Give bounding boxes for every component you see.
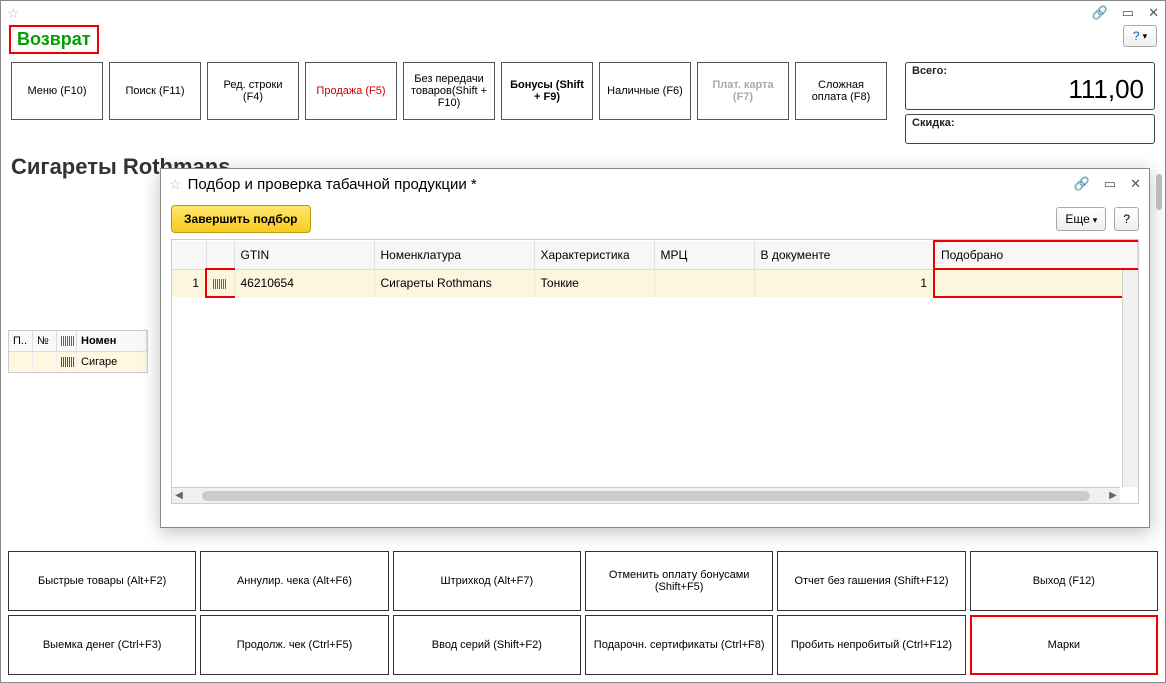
- modal-table-header-row: GTIN Номенклатура Характеристика МРЦ В д…: [172, 241, 1138, 269]
- cash-button[interactable]: Наличные (F6): [599, 62, 691, 120]
- punch-unpunched-button[interactable]: Пробить непробитый (Ctrl+F12): [777, 615, 965, 675]
- modal-table-wrap: GTIN Номенклатура Характеристика МРЦ В д…: [171, 239, 1139, 504]
- modal-title-text: Подбор и проверка табачной продукции *: [188, 176, 477, 193]
- col-nomen[interactable]: Номенклатура: [374, 241, 534, 269]
- cell-mrc: [654, 269, 754, 297]
- card-button[interactable]: Плат. карта (F7): [697, 62, 789, 120]
- mode-row: Возврат ? ▾: [1, 25, 1165, 54]
- scroll-thumb[interactable]: [202, 491, 1090, 501]
- bg-row-name: Сигаре: [77, 352, 147, 372]
- modal-star-icon[interactable]: ☆: [169, 176, 182, 193]
- help-dropdown[interactable]: ? ▾: [1123, 25, 1157, 47]
- chevron-down-icon: ▾: [1093, 215, 1098, 225]
- totals-area: Всего: 111,00 Скидка:: [905, 62, 1155, 144]
- col-num[interactable]: [172, 241, 206, 269]
- barcode-green-icon: [213, 279, 227, 289]
- col-icon[interactable]: [206, 241, 234, 269]
- maximize-icon[interactable]: ▭: [1122, 5, 1134, 21]
- series-input-button[interactable]: Ввод серий (Shift+F2): [393, 615, 581, 675]
- modal-close-icon[interactable]: ✕: [1130, 176, 1141, 192]
- table-row[interactable]: 1 46210654 Сигареты Rothmans Тонкие 1 1: [172, 269, 1138, 297]
- edit-row-button[interactable]: Ред. строки (F4): [207, 62, 299, 120]
- modal-maximize-icon[interactable]: ▭: [1104, 176, 1116, 192]
- main-titlebar: ☆ 🔗 ▭ ✕: [1, 1, 1165, 25]
- main-vertical-scrollbar[interactable]: [1152, 170, 1166, 533]
- modal-toolbar: Завершить подбор Еще▾ ?: [161, 199, 1149, 239]
- modal-window-controls: 🔗 ▭ ✕: [1074, 176, 1141, 192]
- modal-horizontal-scrollbar[interactable]: ◀ ▶: [172, 487, 1120, 503]
- cell-picked: 1: [934, 269, 1138, 297]
- finish-picking-button[interactable]: Завершить подбор: [171, 205, 311, 233]
- cell-gtin: 46210654: [234, 269, 374, 297]
- discount-box: Скидка:: [905, 114, 1155, 144]
- col-in-doc[interactable]: В документе: [754, 241, 934, 269]
- top-button-row: Меню (F10) Поиск (F11) Ред. строки (F4) …: [1, 54, 1165, 150]
- bg-table-header: П.. № Номен: [9, 331, 147, 352]
- gift-cert-button[interactable]: Подарочн. сертификаты (Ctrl+F8): [585, 615, 773, 675]
- bg-col-nomen: Номен: [77, 331, 147, 351]
- total-value: 111,00: [1068, 74, 1144, 105]
- bottom-button-grid: Быстрые товары (Alt+F2) Аннулир. чека (A…: [8, 551, 1158, 675]
- bg-col-p: П..: [9, 331, 33, 351]
- sale-button[interactable]: Продажа (F5): [305, 62, 397, 120]
- background-items-table: П.. № Номен Сигаре: [8, 330, 148, 373]
- cell-nomen: Сигареты Rothmans: [374, 269, 534, 297]
- bg-col-num: №: [33, 331, 57, 351]
- quick-goods-button[interactable]: Быстрые товары (Alt+F2): [8, 551, 196, 611]
- marks-button[interactable]: Марки: [970, 615, 1158, 675]
- cell-num: 1: [172, 269, 206, 297]
- cash-out-button[interactable]: Выемка денег (Ctrl+F3): [8, 615, 196, 675]
- bg-table-row[interactable]: Сигаре: [9, 352, 147, 372]
- search-button[interactable]: Поиск (F11): [109, 62, 201, 120]
- barcode-button[interactable]: Штрихкод (Alt+F7): [393, 551, 581, 611]
- main-window: ☆ 🔗 ▭ ✕ Возврат ? ▾ Меню (F10) Поиск (F1…: [0, 0, 1166, 683]
- report-button[interactable]: Отчет без гашения (Shift+F12): [777, 551, 965, 611]
- col-mrc[interactable]: МРЦ: [654, 241, 754, 269]
- complex-pay-button[interactable]: Сложная оплата (F8): [795, 62, 887, 120]
- no-transfer-button[interactable]: Без передачи товаров(Shift + F10): [403, 62, 495, 120]
- main-scroll-thumb[interactable]: [1156, 174, 1162, 210]
- modal-titlebar: ☆ Подбор и проверка табачной продукции *…: [161, 169, 1149, 199]
- tobacco-picking-modal: ☆ Подбор и проверка табачной продукции *…: [160, 168, 1150, 528]
- modal-link-icon[interactable]: 🔗: [1074, 176, 1090, 192]
- modal-table: GTIN Номенклатура Характеристика МРЦ В д…: [172, 240, 1138, 298]
- total-box: Всего: 111,00: [905, 62, 1155, 110]
- scroll-left-icon[interactable]: ◀: [172, 490, 186, 501]
- barcode-pink-icon: [61, 357, 75, 367]
- cell-char: Тонкие: [534, 269, 654, 297]
- help-icon: ?: [1133, 29, 1140, 43]
- scroll-right-icon[interactable]: ▶: [1106, 490, 1120, 501]
- cancel-bonus-pay-button[interactable]: Отменить оплату бонусами (Shift+F5): [585, 551, 773, 611]
- favorite-star-icon[interactable]: ☆: [7, 5, 20, 22]
- cell-in-doc: 1: [754, 269, 934, 297]
- more-button[interactable]: Еще▾: [1056, 207, 1106, 231]
- exit-button[interactable]: Выход (F12): [970, 551, 1158, 611]
- menu-button[interactable]: Меню (F10): [11, 62, 103, 120]
- window-controls: 🔗 ▭ ✕: [1092, 5, 1159, 21]
- col-picked[interactable]: Подобрано: [934, 241, 1138, 269]
- discount-label: Скидка:: [912, 117, 1148, 129]
- link-icon[interactable]: 🔗: [1092, 5, 1108, 21]
- col-gtin[interactable]: GTIN: [234, 241, 374, 269]
- modal-help-button[interactable]: ?: [1114, 207, 1139, 231]
- bg-col-icon: [57, 331, 77, 351]
- bg-row-icon: [57, 352, 77, 372]
- chevron-down-icon: ▾: [1143, 31, 1148, 42]
- annul-check-button[interactable]: Аннулир. чека (Alt+F6): [200, 551, 388, 611]
- cell-barcode-icon: [206, 269, 234, 297]
- modal-vertical-scrollbar[interactable]: [1122, 270, 1138, 487]
- barcode-header-icon: [61, 336, 75, 346]
- bonuses-button[interactable]: Бонусы (Shift + F9): [501, 62, 593, 120]
- col-char[interactable]: Характеристика: [534, 241, 654, 269]
- close-icon[interactable]: ✕: [1148, 5, 1159, 21]
- mode-label-return: Возврат: [9, 25, 99, 54]
- continue-check-button[interactable]: Продолж. чек (Ctrl+F5): [200, 615, 388, 675]
